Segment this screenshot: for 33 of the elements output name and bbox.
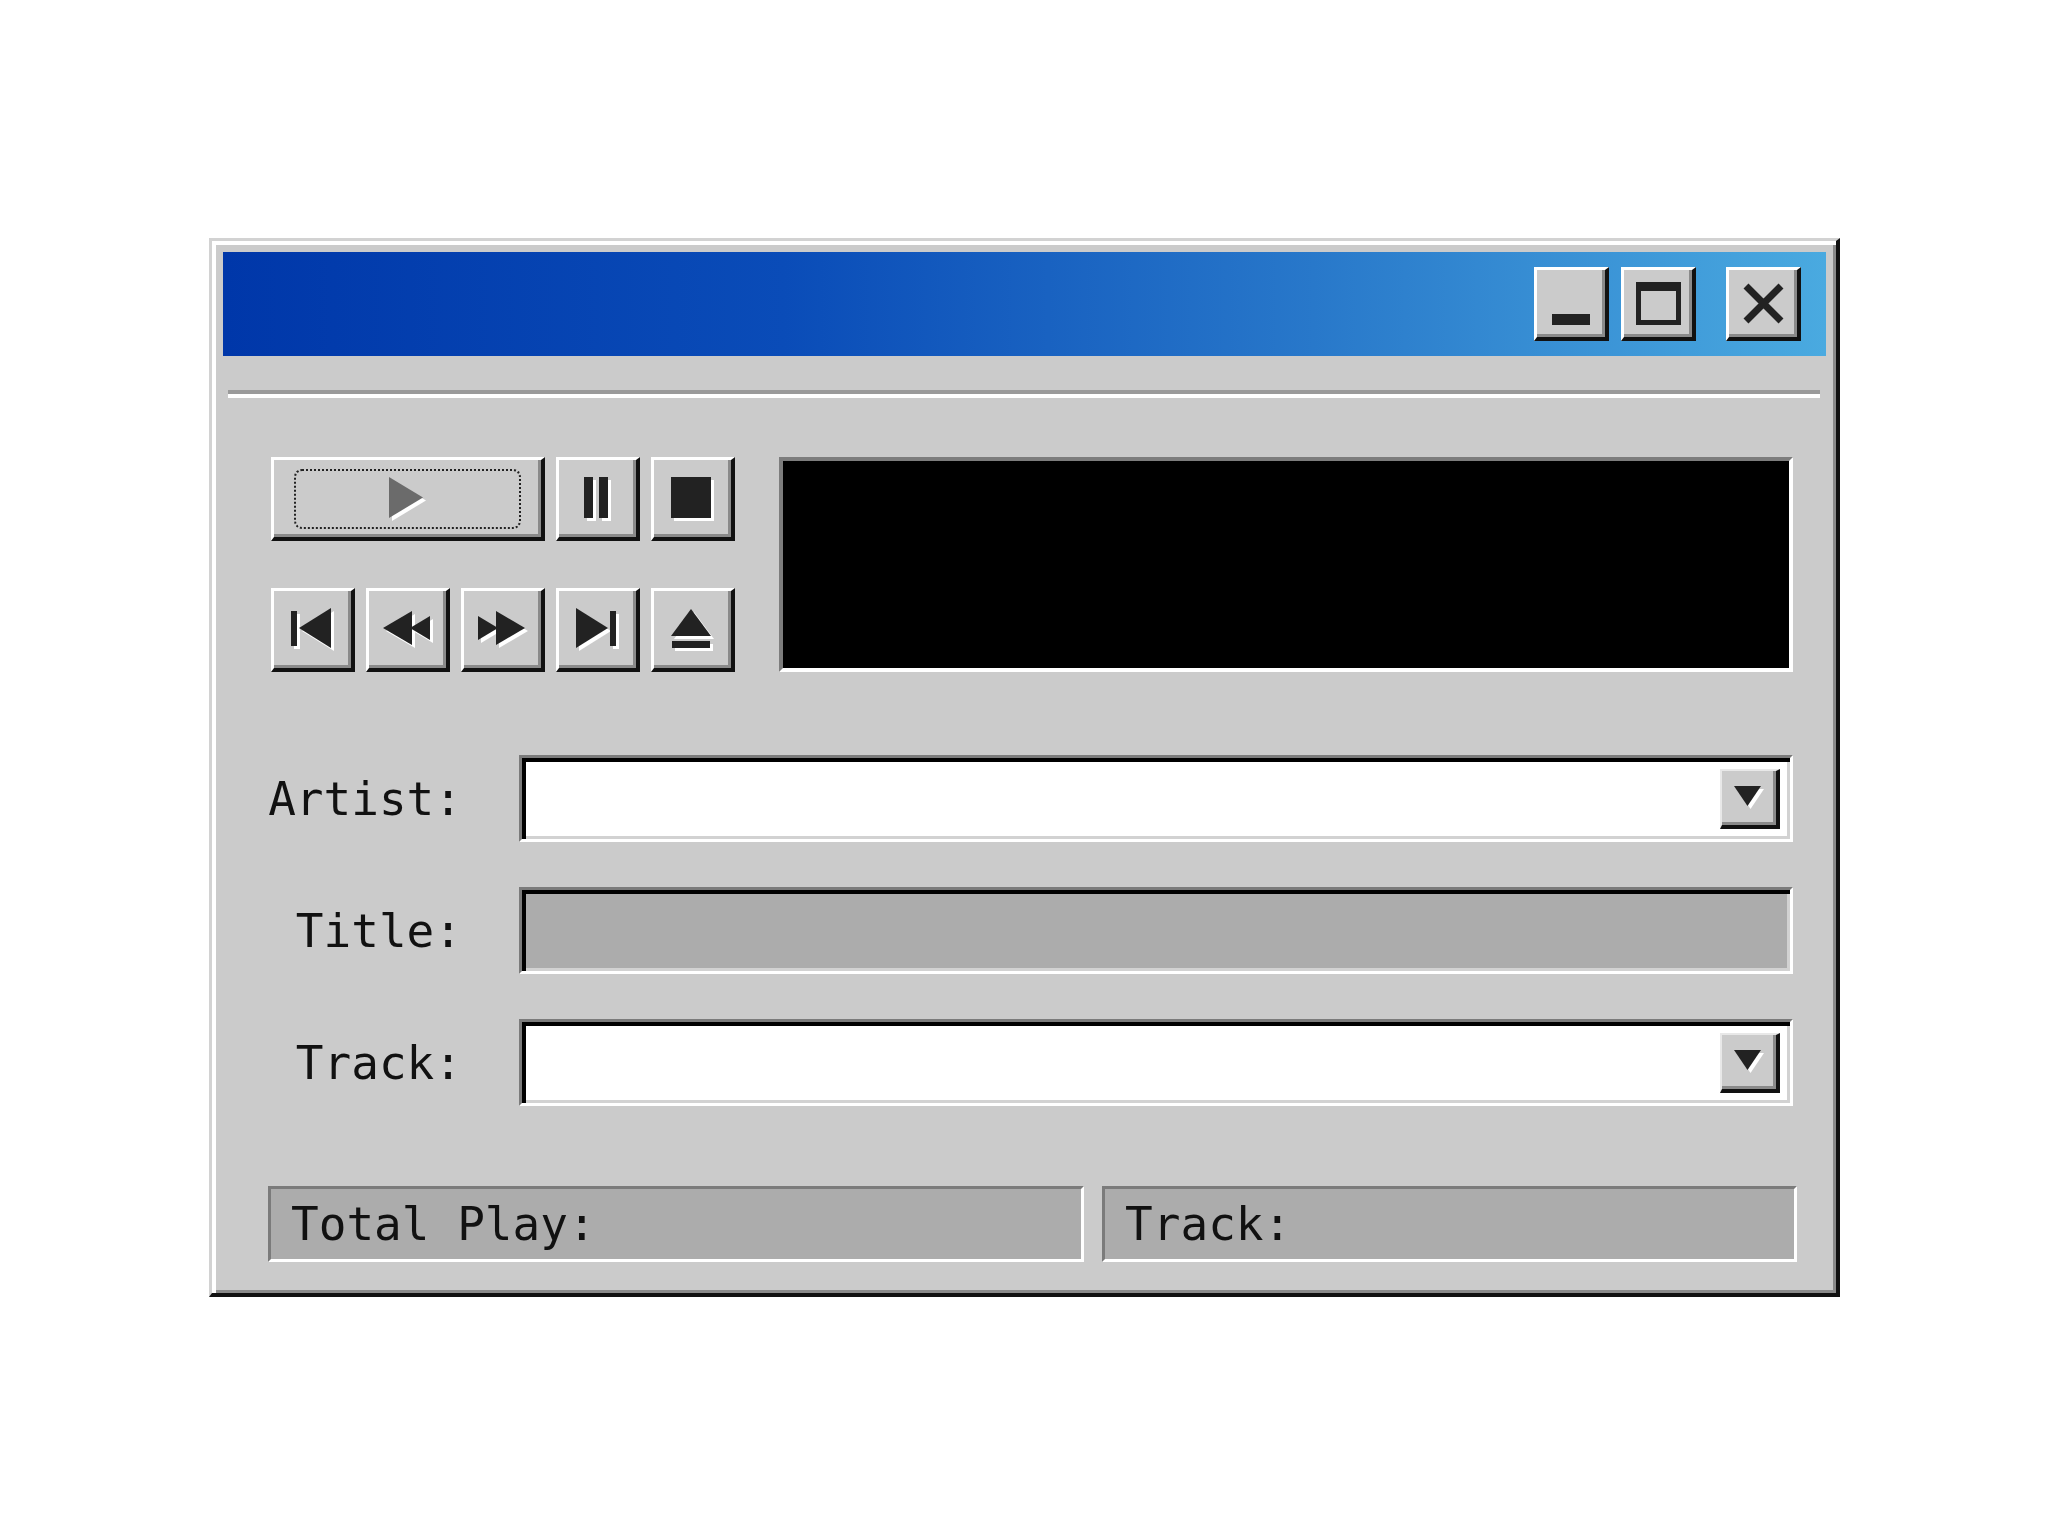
- skip-forward-icon: [576, 608, 619, 651]
- dropdown-arrow-icon: [1734, 1050, 1764, 1073]
- next-button[interactable]: [556, 588, 640, 672]
- minimize-icon: [1552, 314, 1590, 325]
- maximize-icon: [1635, 282, 1681, 325]
- minimize-button[interactable]: [1534, 267, 1609, 341]
- combo-box[interactable]: [519, 1019, 1793, 1106]
- rewind-button[interactable]: [366, 588, 450, 672]
- fast-forward-button[interactable]: [461, 588, 545, 672]
- stop-button[interactable]: [651, 457, 735, 541]
- previous-button[interactable]: [271, 588, 355, 672]
- eject-icon: [671, 608, 714, 651]
- status-text: Total Play:: [291, 1197, 596, 1251]
- eject-button[interactable]: [651, 588, 735, 672]
- dropdown-button[interactable]: [1720, 768, 1780, 829]
- combo-box[interactable]: [519, 755, 1793, 842]
- close-button[interactable]: [1726, 267, 1801, 341]
- pause-icon: [584, 476, 611, 521]
- close-icon: [1742, 283, 1784, 324]
- skip-back-icon: [291, 608, 334, 651]
- rewind-icon: [382, 611, 433, 648]
- field-label: Track:: [294, 1035, 462, 1090]
- stop-icon: [671, 476, 714, 521]
- dropdown-arrow-icon: [1734, 786, 1764, 809]
- play-button[interactable]: [271, 457, 545, 541]
- maximize-button[interactable]: [1621, 267, 1696, 341]
- pause-button[interactable]: [556, 457, 640, 541]
- field-label: Title:: [294, 903, 462, 958]
- play-icon: [389, 476, 426, 521]
- field-label: Artist:: [267, 771, 462, 826]
- dropdown-button[interactable]: [1720, 1032, 1780, 1093]
- fast-forward-icon: [477, 611, 528, 648]
- status-text: Track:: [1125, 1197, 1292, 1251]
